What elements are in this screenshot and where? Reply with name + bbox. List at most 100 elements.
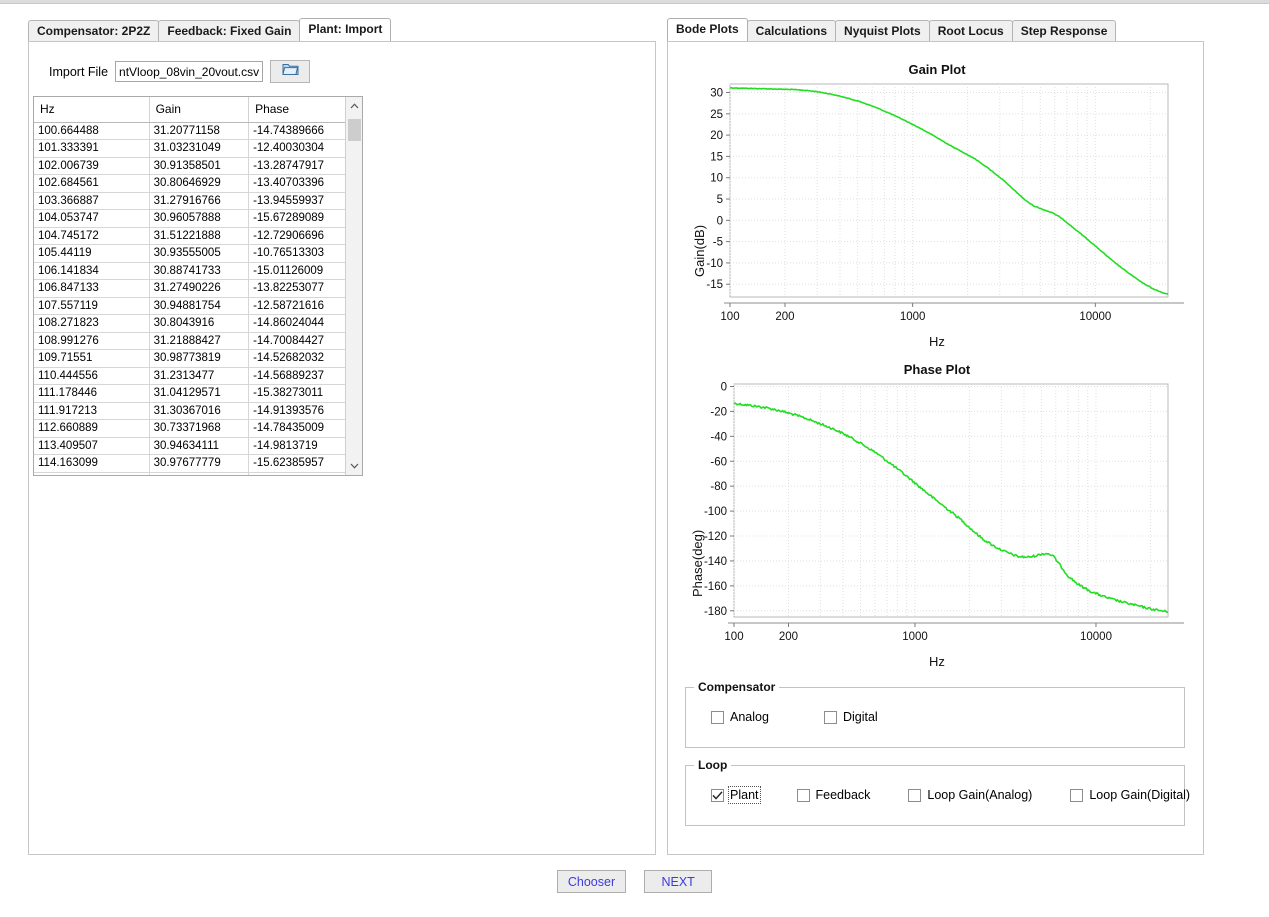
compensator-checkbox-digital[interactable]: Digital xyxy=(823,710,878,724)
tab-step-response[interactable]: Step Response xyxy=(1011,20,1117,41)
svg-text:-120: -120 xyxy=(704,531,727,543)
scrollbar-thumb[interactable] xyxy=(348,119,361,141)
chooser-button[interactable]: Chooser xyxy=(556,870,627,893)
table-row[interactable]: 102.006739 30.91358501 -13.28747917 xyxy=(34,157,345,175)
loop-checkbox-feedback[interactable]: Feedback xyxy=(796,788,870,802)
loop-groupbox: Loop Plant Feedback Loop Gain(Analog) Loop … xyxy=(685,758,1190,826)
table-cell: 103.366887 xyxy=(34,192,150,210)
table-row[interactable]: 112.660889 30.73371968 -14.78435009 xyxy=(34,419,345,438)
table-row[interactable]: 102.684561 30.80646929 -13.40703396 xyxy=(34,174,345,193)
loop-group-legend: Loop xyxy=(694,758,732,772)
chevron-down-icon[interactable] xyxy=(346,458,362,474)
table-cell: 31.21888427 xyxy=(149,332,250,350)
table-row[interactable]: 101.333391 31.03231049 -12.40030304 xyxy=(34,139,345,158)
table-row[interactable]: 108.991276 31.21888427 -14.70084427 xyxy=(34,332,345,350)
tab-compensator-2p2z[interactable]: Compensator: 2P2Z xyxy=(28,20,160,41)
table-row[interactable]: 111.917213 31.30367016 -14.91393576 xyxy=(34,402,345,420)
table-row[interactable]: 113.409507 30.94634111 -14.9813719 xyxy=(34,437,345,455)
window-top-bar xyxy=(0,0,1269,4)
left-tabstrip[interactable]: Compensator: 2P2Z Feedback: Fixed Gain Pla… xyxy=(28,18,392,41)
table-cell: -12.40030304 xyxy=(248,139,345,158)
table-row[interactable]: 105.44119 30.93555005 -10.76513303 xyxy=(34,244,345,263)
next-button[interactable]: NEXT xyxy=(644,870,713,893)
tab-root-locus[interactable]: Root Locus xyxy=(928,20,1013,41)
svg-text:0: 0 xyxy=(721,381,727,393)
table-row[interactable]: 114.163099 30.97677779 -15.62385957 xyxy=(34,454,345,473)
svg-text:100: 100 xyxy=(720,311,739,323)
column-header-hz[interactable]: Hz xyxy=(34,97,150,123)
phase-plot: Phase Plot Phase(deg) Hz 0 -20 -40 -60 -80 -1… xyxy=(682,362,1192,677)
column-header-phase[interactable]: Phase xyxy=(248,97,345,123)
tab-nyquist-plots[interactable]: Nyquist Plots xyxy=(835,20,930,41)
table-row[interactable]: 109.71551 30.98773819 -14.52682032 xyxy=(34,349,345,368)
tab-feedback-fixed-gain[interactable]: Feedback: Fixed Gain xyxy=(158,20,301,41)
table-cell: 107.557119 xyxy=(34,297,150,315)
compensator-checkbox-analog[interactable]: Analog xyxy=(711,710,769,724)
table-row[interactable]: 106.847133 31.27490226 -13.82253077 xyxy=(34,279,345,298)
plant-import-panel: Import File Hz Gain Phase xyxy=(28,41,656,855)
loop-checkbox-loop-gain-analog[interactable]: Loop Gain(Analog) xyxy=(908,788,1032,802)
svg-text:20: 20 xyxy=(710,130,723,142)
table-cell: 31.20771158 xyxy=(149,122,250,140)
svg-text:10000: 10000 xyxy=(1079,311,1111,323)
data-grid: Hz Gain Phase 100.664488 31.20771158 -14.7… xyxy=(34,97,345,475)
table-row[interactable]: 106.141834 30.88741733 -15.01126009 xyxy=(34,262,345,280)
table-cell: -14.52682032 xyxy=(248,349,345,368)
right-tabstrip[interactable]: Bode Plots Calculations Nyquist Plots Root … xyxy=(667,18,1117,41)
checkbox-label: Loop Gain(Analog) xyxy=(927,788,1033,802)
table-cell: 30.73371968 xyxy=(149,419,250,438)
phase-plot-x-axis-label: Hz xyxy=(929,654,945,669)
svg-text:200: 200 xyxy=(779,631,798,643)
table-cell: 30.8043916 xyxy=(149,314,250,333)
svg-text:100: 100 xyxy=(724,631,743,643)
table-cell: -14.9813719 xyxy=(248,437,345,455)
table-vertical-scrollbar[interactable] xyxy=(345,97,362,475)
svg-text:30: 30 xyxy=(710,88,723,100)
checkbox-label: Loop Gain(Digital) xyxy=(1089,788,1191,802)
table-row[interactable]: 104.053747 30.96057888 -15.67289089 xyxy=(34,209,345,228)
table-cell: -14.91393576 xyxy=(248,402,345,420)
table-row[interactable]: 111.178446 31.04129571 -15.38273011 xyxy=(34,384,345,403)
import-file-row: Import File xyxy=(49,60,311,83)
svg-text:-100: -100 xyxy=(704,506,727,518)
tab-bode-plots[interactable]: Bode Plots xyxy=(667,18,748,41)
table-row[interactable]: 103.366887 31.27916766 -13.94559937 xyxy=(34,192,345,210)
checkbox-unchecked-icon xyxy=(711,710,724,724)
plot-frame xyxy=(733,383,1169,618)
column-header-gain[interactable]: Gain xyxy=(149,97,250,123)
table-row[interactable]: 107.557119 30.94881754 -12.58721616 xyxy=(34,297,345,315)
table-row[interactable]: 108.271823 30.8043916 -14.86024044 xyxy=(34,314,345,333)
chevron-up-icon[interactable] xyxy=(346,98,362,114)
table-cell: 114.921699 xyxy=(34,472,150,475)
table-cell: 30.98773819 xyxy=(149,349,250,368)
gain-plot-x-axis-label: Hz xyxy=(929,334,945,349)
svg-text:200: 200 xyxy=(775,311,794,323)
table-row[interactable]: 100.664488 31.20771158 -14.74389666 xyxy=(34,122,345,140)
loop-checkbox-loop-gain-digital[interactable]: Loop Gain(Digital) xyxy=(1070,788,1190,802)
tab-calculations[interactable]: Calculations xyxy=(746,20,837,41)
gain-plot-title: Gain Plot xyxy=(908,62,966,77)
svg-text:25: 25 xyxy=(710,109,723,121)
compensator-group-legend: Compensator xyxy=(694,680,780,694)
table-cell: -14.86024044 xyxy=(248,314,345,333)
loop-checkbox-row: Plant Feedback Loop Gain(Analog) Loop Gain(… xyxy=(711,786,1190,804)
table-cell: 31.27916766 xyxy=(149,192,250,210)
import-file-input[interactable] xyxy=(115,61,264,82)
folder-icon xyxy=(281,62,299,81)
loop-checkbox-plant[interactable]: Plant xyxy=(711,786,761,804)
browse-file-button[interactable] xyxy=(270,60,311,83)
plot-frame xyxy=(729,83,1169,298)
svg-text:0: 0 xyxy=(717,215,723,227)
svg-text:-80: -80 xyxy=(710,481,727,493)
svg-text:5: 5 xyxy=(717,194,723,206)
table-row[interactable]: 110.444556 31.2313477 -14.56889237 xyxy=(34,367,345,385)
table-header-row: Hz Gain Phase xyxy=(34,97,345,123)
frequency-data-table[interactable]: Hz Gain Phase 100.664488 31.20771158 -14.7… xyxy=(33,96,363,476)
table-cell: 111.917213 xyxy=(34,402,150,420)
table-row[interactable]: 104.745172 31.51221888 -12.72906696 xyxy=(34,227,345,245)
table-row[interactable]: 114.92169930.8925757-13.05973114 xyxy=(34,472,345,475)
table-cell: 102.684561 xyxy=(34,174,150,193)
table-cell: 108.271823 xyxy=(34,314,150,333)
tab-plant-import[interactable]: Plant: Import xyxy=(299,18,392,41)
phase-plot-canvas: 0-20-40-60-80-100-120-140-160-180100 200 1… xyxy=(704,381,1184,643)
